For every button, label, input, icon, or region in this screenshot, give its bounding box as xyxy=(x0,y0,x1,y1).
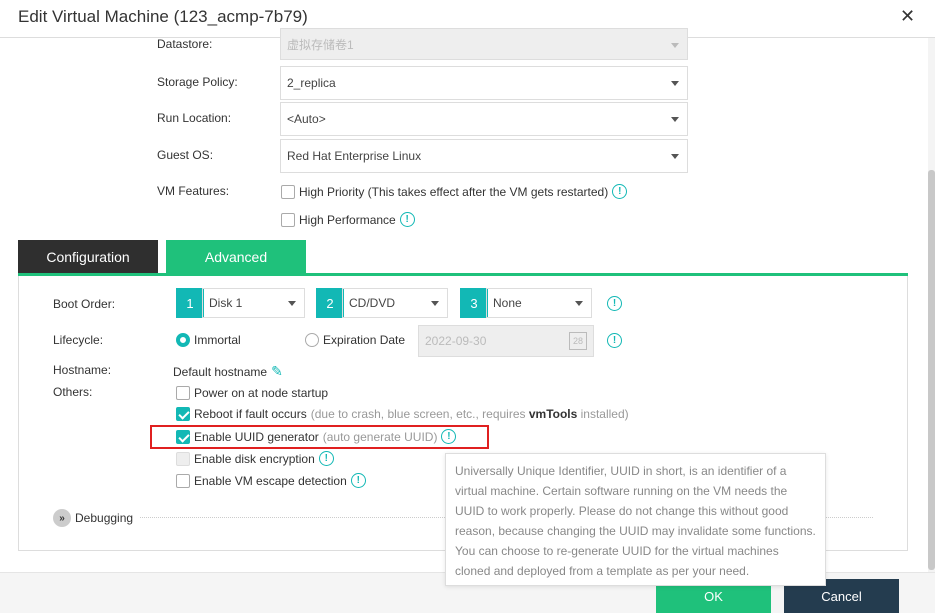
hostname-label: Hostname: xyxy=(53,363,112,377)
info-icon[interactable]: ! xyxy=(318,451,334,466)
info-icon[interactable]: ! xyxy=(607,296,622,311)
boot-select-1[interactable]: Disk 1 xyxy=(202,288,305,318)
escape-detection-label: Enable VM escape detection xyxy=(194,473,347,488)
uuid-tooltip: Universally Unique Identifier, UUID in s… xyxy=(445,453,826,586)
calendar-icon: 28 xyxy=(569,332,587,350)
high-priority-label: High Priority (This takes effect after t… xyxy=(299,184,609,199)
edit-icon[interactable]: ✎ xyxy=(271,363,283,380)
dialog-title: Edit Virtual Machine (123_acmp-7b79) xyxy=(18,7,308,26)
datastore-label: Datastore: xyxy=(157,37,213,51)
disk-encryption-label: Enable disk encryption xyxy=(194,451,315,466)
info-icon[interactable]: ! xyxy=(612,184,628,199)
info-icon[interactable]: ! xyxy=(607,333,622,348)
high-priority-checkbox[interactable] xyxy=(281,184,295,199)
info-icon[interactable]: ! xyxy=(441,429,457,444)
storage-policy-select[interactable]: 2_replica xyxy=(280,66,688,100)
high-performance-label: High Performance xyxy=(299,212,396,227)
reboot-label: Reboot if fault occurs xyxy=(194,407,307,421)
immortal-radio[interactable] xyxy=(176,333,190,347)
vmtools-text: vmTools xyxy=(528,407,578,421)
lifecycle-label: Lifecycle: xyxy=(53,333,104,347)
debugging-toggle[interactable]: » Debugging xyxy=(53,509,133,527)
boot-select-2[interactable]: CD/DVD xyxy=(342,288,448,318)
escape-detection-checkbox[interactable] xyxy=(176,473,190,488)
date-value: 2022-09-30 xyxy=(425,334,487,348)
reboot-note-end: installed) xyxy=(577,407,629,421)
tab-configuration[interactable]: Configuration xyxy=(18,240,158,273)
datastore-select: 虚拟存储卷1 xyxy=(280,28,688,60)
hostname-value: Default hostname xyxy=(173,364,268,379)
scrollbar[interactable] xyxy=(928,38,935,572)
info-icon[interactable]: ! xyxy=(399,212,415,227)
boot-value: CD/DVD xyxy=(349,296,396,310)
boot-num-2: 2 xyxy=(316,288,344,318)
uuid-note: (auto generate UUID) xyxy=(322,429,438,444)
tooltip-text: Universally Unique Identifier, UUID in s… xyxy=(455,464,816,578)
expiration-date-input: 2022-09-30 28 xyxy=(418,325,594,357)
boot-value: Disk 1 xyxy=(209,296,243,310)
boot-order-label: Boot Order: xyxy=(53,297,116,311)
run-location-label: Run Location: xyxy=(157,111,232,125)
storage-policy-label: Storage Policy: xyxy=(157,75,238,89)
high-performance-checkbox[interactable] xyxy=(281,212,295,227)
uuid-checkbox[interactable] xyxy=(176,429,190,444)
uuid-label: Enable UUID generator xyxy=(194,429,319,444)
immortal-label: Immortal xyxy=(194,333,241,347)
reboot-note: (due to crash, blue screen, etc., requir… xyxy=(310,407,529,421)
others-label: Others: xyxy=(53,385,93,399)
storage-policy-value: 2_replica xyxy=(287,76,336,90)
power-on-label: Power on at node startup xyxy=(194,386,329,400)
power-on-checkbox[interactable] xyxy=(176,386,190,400)
guest-os-value: Red Hat Enterprise Linux xyxy=(287,149,422,163)
boot-value: None xyxy=(493,296,522,310)
expiration-label: Expiration Date xyxy=(323,333,406,347)
expiration-radio[interactable] xyxy=(305,333,319,347)
disk-encryption-checkbox xyxy=(176,451,190,466)
tab-advanced[interactable]: Advanced xyxy=(166,240,306,274)
reboot-checkbox[interactable] xyxy=(176,407,190,421)
close-icon[interactable]: ✕ xyxy=(900,6,915,27)
run-location-value: <Auto> xyxy=(287,112,326,126)
debugging-label: Debugging xyxy=(75,511,134,525)
chevron-down-icon: » xyxy=(53,509,71,527)
guest-os-select[interactable]: Red Hat Enterprise Linux xyxy=(280,139,688,173)
boot-select-3[interactable]: None xyxy=(486,288,592,318)
vm-features-label: VM Features: xyxy=(157,184,230,198)
guest-os-label: Guest OS: xyxy=(157,148,214,162)
run-location-select[interactable]: <Auto> xyxy=(280,102,688,136)
scrollbar-thumb[interactable] xyxy=(928,170,935,570)
datastore-value: 虚拟存储卷1 xyxy=(287,37,354,52)
boot-num-3: 3 xyxy=(460,288,488,318)
boot-num-1: 1 xyxy=(176,288,204,318)
info-icon[interactable]: ! xyxy=(350,473,366,488)
